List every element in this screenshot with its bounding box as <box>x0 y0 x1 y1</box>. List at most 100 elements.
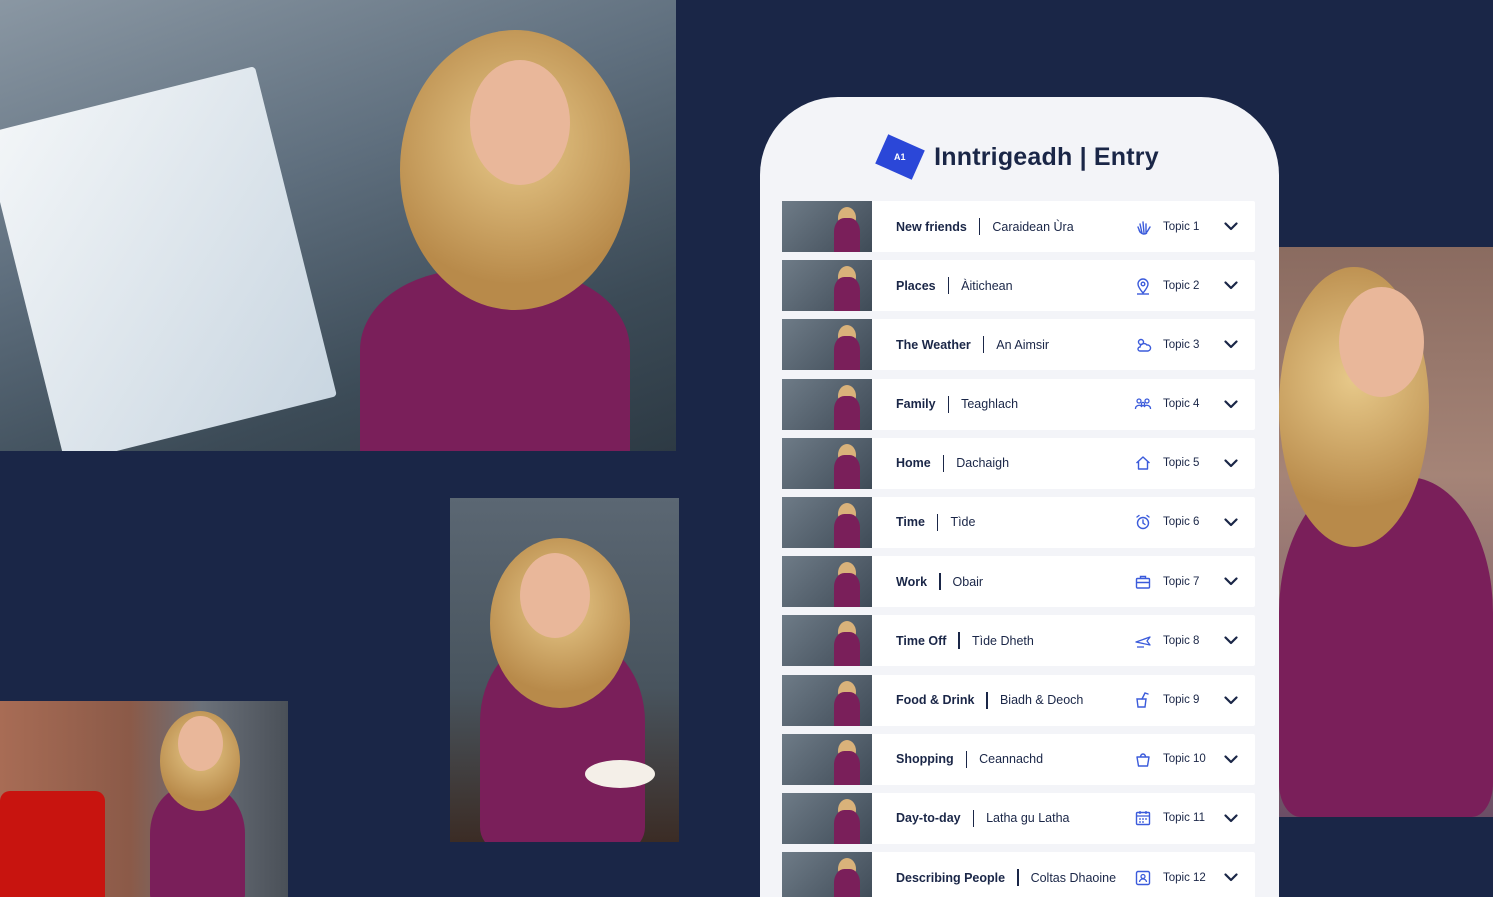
chevron-down-icon[interactable] <box>1221 749 1241 769</box>
people-icon <box>1133 394 1153 414</box>
topic-title: Shopping Ceannachd <box>896 750 1133 768</box>
topic-number: Topic 5 <box>1163 457 1200 470</box>
chevron-down-icon[interactable] <box>1221 276 1241 296</box>
topic-title-english: Places <box>896 278 936 293</box>
topic-title: Time Off Tìde Dheth <box>896 632 1133 650</box>
topic-row-5[interactable]: Home Dachaigh Topic 5 <box>782 437 1255 489</box>
topic-title: Time Tìde <box>896 513 1133 531</box>
topic-title-gaelic: Latha gu Latha <box>986 811 1070 826</box>
title-divider <box>936 513 939 531</box>
topic-title-gaelic: An Aimsir <box>996 337 1050 352</box>
map-prop <box>0 66 337 451</box>
title-divider <box>986 691 988 709</box>
topic-title-gaelic: Caraidean Ùra <box>992 219 1074 234</box>
topic-thumbnail <box>782 615 872 667</box>
topic-title-english: Food & Drink <box>896 693 975 707</box>
topic-thumbnail <box>782 201 872 252</box>
topic-title-gaelic: Tìde Dheth <box>971 633 1034 648</box>
topic-row-8[interactable]: Time Off Tìde Dheth Topic 8 <box>782 615 1255 667</box>
topic-row-7[interactable]: Work Obair Topic 7 <box>782 556 1255 608</box>
topic-list: New friends Caraidean Ùra Topic 1 Places… <box>782 201 1255 897</box>
chevron-down-icon[interactable] <box>1221 217 1241 237</box>
topic-title: Family Teaghlach <box>896 395 1133 413</box>
topic-row-11[interactable]: Day-to-day Latha gu Latha Topic 11 <box>782 792 1255 844</box>
phone-screen: A1 Inntrigeadh | Entry New friends Carai… <box>760 97 1279 897</box>
plane-icon <box>1133 631 1153 651</box>
topic-row-3[interactable]: The Weather An Aimsir Topic 3 <box>782 319 1255 371</box>
chevron-down-icon[interactable] <box>1221 512 1241 532</box>
title-divider <box>978 218 981 235</box>
topic-row-2[interactable]: Places Àitichean Topic 2 <box>782 260 1255 312</box>
topic-title-gaelic: Àitichean <box>961 278 1013 293</box>
topic-thumbnail <box>782 852 872 897</box>
title-divider <box>939 573 941 591</box>
topic-title-english: Family <box>896 397 936 412</box>
chevron-down-icon[interactable] <box>1221 572 1241 592</box>
topic-number: Topic 4 <box>1163 398 1200 411</box>
topic-title: Day-to-day Latha gu Latha <box>896 809 1133 827</box>
topic-row-10[interactable]: Shopping Ceannachd Topic 10 <box>782 733 1255 785</box>
topic-title-gaelic: Dachaigh <box>956 456 1010 471</box>
topic-number: Topic 11 <box>1163 812 1205 825</box>
chevron-down-icon[interactable] <box>1221 868 1241 888</box>
topic-number: Topic 3 <box>1163 338 1200 351</box>
photo-woman-with-map <box>0 0 676 451</box>
map-pin-icon <box>1133 276 1153 296</box>
topic-thumbnail <box>782 792 872 844</box>
topic-number: Topic 12 <box>1163 871 1206 884</box>
topic-title-english: Work <box>896 574 928 589</box>
topic-title-english: Time Off <box>896 633 947 648</box>
house-icon <box>1133 453 1153 473</box>
title-divider <box>972 809 975 827</box>
topic-title-gaelic: Biadh & Deoch <box>999 693 1084 707</box>
title-divider <box>947 395 950 413</box>
topic-title: Home Dachaigh <box>896 454 1133 472</box>
topic-title-english: Time <box>896 515 925 530</box>
wave-hand-icon <box>1133 217 1153 237</box>
topic-title: Food & Drink Biadh & Deoch <box>896 691 1133 709</box>
level-badge: A1 <box>875 134 925 180</box>
topic-thumbnail <box>782 674 872 726</box>
photo-woman-cafe <box>450 498 679 842</box>
topic-title-english: Day-to-day <box>896 811 961 826</box>
topic-title-english: Shopping <box>896 752 954 767</box>
topic-title: Describing People Coltas Dhaoine <box>896 869 1133 887</box>
topic-thumbnail <box>782 496 872 548</box>
topic-row-6[interactable]: Time Tìde Topic 6 <box>782 496 1255 548</box>
chevron-down-icon[interactable] <box>1221 631 1241 651</box>
topic-title-gaelic: Tìde <box>950 515 976 530</box>
level-badge-label: A1 <box>894 151 906 162</box>
topic-thumbnail <box>782 319 872 371</box>
page-header: A1 Inntrigeadh | Entry <box>760 134 1279 180</box>
chevron-down-icon[interactable] <box>1221 808 1241 828</box>
topic-row-12[interactable]: Describing People Coltas Dhaoine Topic 1… <box>782 852 1255 897</box>
briefcase-icon <box>1133 572 1153 592</box>
topic-number: Topic 7 <box>1163 575 1200 588</box>
topic-number: Topic 2 <box>1163 279 1200 292</box>
chevron-down-icon[interactable] <box>1221 394 1241 414</box>
title-divider <box>982 336 985 354</box>
topic-title-gaelic: Ceannachd <box>979 752 1044 767</box>
topic-thumbnail <box>782 733 872 785</box>
calendar-icon <box>1133 808 1153 828</box>
plate-prop <box>585 760 655 788</box>
title-divider <box>958 632 960 650</box>
sun-cloud-icon <box>1133 335 1153 355</box>
chevron-down-icon[interactable] <box>1221 335 1241 355</box>
topic-row-1[interactable]: New friends Caraidean Ùra Topic 1 <box>782 201 1255 252</box>
topic-number: Topic 10 <box>1163 753 1206 766</box>
chevron-down-icon[interactable] <box>1221 453 1241 473</box>
chevron-down-icon[interactable] <box>1221 690 1241 710</box>
topic-number: Topic 8 <box>1163 634 1200 647</box>
topic-thumbnail <box>782 260 872 312</box>
topic-row-4[interactable]: Family Teaghlach Topic 4 <box>782 378 1255 430</box>
topic-title-gaelic: Coltas Dhaoine <box>1030 870 1117 885</box>
topic-title: The Weather An Aimsir <box>896 336 1133 354</box>
postbox-prop <box>0 791 105 897</box>
topic-row-9[interactable]: Food & Drink Biadh & Deoch Topic 9 <box>782 674 1255 726</box>
title-divider <box>1017 869 1019 887</box>
title-divider <box>947 277 950 295</box>
topic-thumbnail <box>782 556 872 608</box>
shopping-bag-icon <box>1133 749 1153 769</box>
person-card-icon <box>1133 868 1153 888</box>
